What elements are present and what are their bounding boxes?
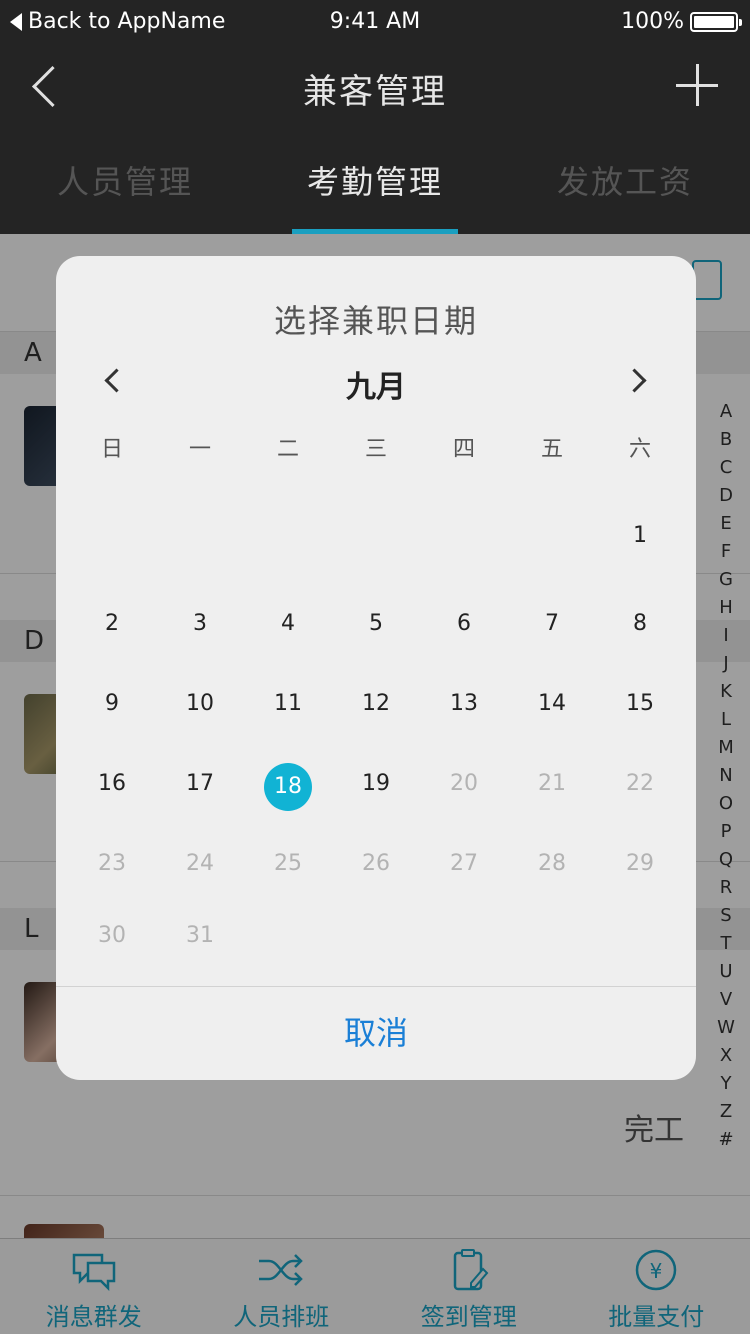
page-title: 兼客管理 — [303, 72, 447, 112]
status-bar: Back to AppName 9:41 AM 100% — [0, 0, 750, 44]
calendar-day: 30 — [98, 923, 126, 948]
calendar-day[interactable]: 6 — [420, 594, 508, 654]
month-label: 九月 — [346, 370, 406, 405]
calendar-day[interactable]: 13 — [420, 674, 508, 734]
weekday-label: 一 — [188, 437, 211, 462]
calendar-day[interactable]: 10 — [156, 674, 244, 734]
calendar-day[interactable]: 19 — [332, 754, 420, 814]
cancel-button[interactable]: 取消 — [56, 986, 696, 1080]
calendar-day: 24 — [186, 851, 214, 876]
calendar-day[interactable]: 3 — [156, 594, 244, 654]
dialog-title: 选择兼职日期 — [273, 302, 478, 340]
calendar-day[interactable]: 5 — [332, 594, 420, 654]
month-navigator: 九月 — [56, 356, 696, 406]
calendar-day[interactable]: 17 — [156, 754, 244, 814]
calendar-day: 26 — [362, 851, 390, 876]
calendar-day-selected[interactable]: 18 — [244, 754, 332, 814]
tab-salary[interactable]: 发放工资 — [500, 132, 750, 234]
tab-attendance[interactable]: 考勤管理 — [250, 132, 500, 234]
calendar-day[interactable]: 2 — [68, 594, 156, 654]
navigation-bar: 兼客管理 — [0, 44, 750, 132]
weekday-label: 三 — [364, 437, 387, 462]
battery-icon — [690, 12, 742, 32]
top-header: Back to AppName 9:41 AM 100% 兼客管理 人员管理 考… — [0, 0, 750, 234]
calendar-day: 22 — [626, 771, 654, 796]
calendar-day[interactable]: 12 — [332, 674, 420, 734]
calendar-day: 20 — [450, 771, 478, 796]
calendar-day[interactable]: 1 — [596, 506, 684, 566]
next-month-icon[interactable] — [618, 362, 658, 402]
weekday-label: 六 — [628, 437, 651, 462]
calendar-day[interactable]: 14 — [508, 674, 596, 734]
calendar-day[interactable]: 4 — [244, 594, 332, 654]
calendar-day[interactable]: 8 — [596, 594, 684, 654]
battery-percent: 100% — [621, 9, 684, 34]
calendar-day: 28 — [538, 851, 566, 876]
weekday-header: 日一二三四五六 — [68, 426, 684, 474]
weekday-label: 日 — [100, 437, 123, 462]
weekday-label: 四 — [452, 437, 475, 462]
weekday-label: 二 — [276, 437, 299, 462]
calendar-day: 27 — [450, 851, 478, 876]
calendar-grid: 日一二三四五六 1 2 3 4 5 6 7 8 9 10 11 12 13 14 15 16 17 18 19 20 2… — [68, 426, 684, 948]
calendar-day: 23 — [98, 851, 126, 876]
calendar-day: 29 — [626, 851, 654, 876]
calendar-day[interactable]: 16 — [68, 754, 156, 814]
calendar-day[interactable]: 11 — [244, 674, 332, 734]
calendar-day[interactable]: 9 — [68, 674, 156, 734]
tab-personnel[interactable]: 人员管理 — [0, 132, 250, 234]
weekday-label: 五 — [540, 437, 563, 462]
add-icon[interactable] — [676, 64, 718, 106]
calendar-day: 21 — [538, 771, 566, 796]
date-picker-dialog: 选择兼职日期 九月 日一二三四五六 1 2 3 4 5 6 7 8 9 10 11 12 13 14 15 1… — [56, 256, 696, 1080]
calendar-day[interactable]: 15 — [596, 674, 684, 734]
calendar-day: 31 — [186, 923, 214, 948]
calendar-day[interactable]: 7 — [508, 594, 596, 654]
calendar-day: 25 — [274, 851, 302, 876]
segment-tabs: 人员管理 考勤管理 发放工资 — [0, 132, 750, 234]
